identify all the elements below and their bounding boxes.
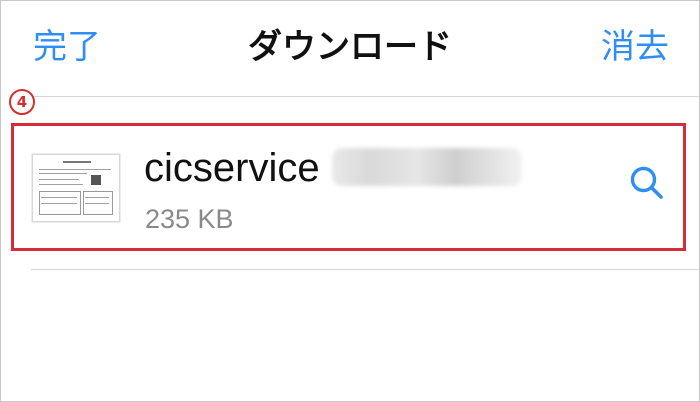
nav-divider [31, 96, 699, 97]
highlight-frame [11, 123, 686, 251]
page-title: ダウンロード [248, 27, 452, 67]
downloads-screen: 完了 ダウンロード 消去 4 cicservice 235 KB [0, 0, 700, 402]
clear-button[interactable]: 消去 [601, 19, 669, 68]
step-number-badge: 4 [9, 89, 35, 115]
navigation-bar: 完了 ダウンロード 消去 [1, 1, 699, 93]
row-divider [31, 269, 699, 270]
